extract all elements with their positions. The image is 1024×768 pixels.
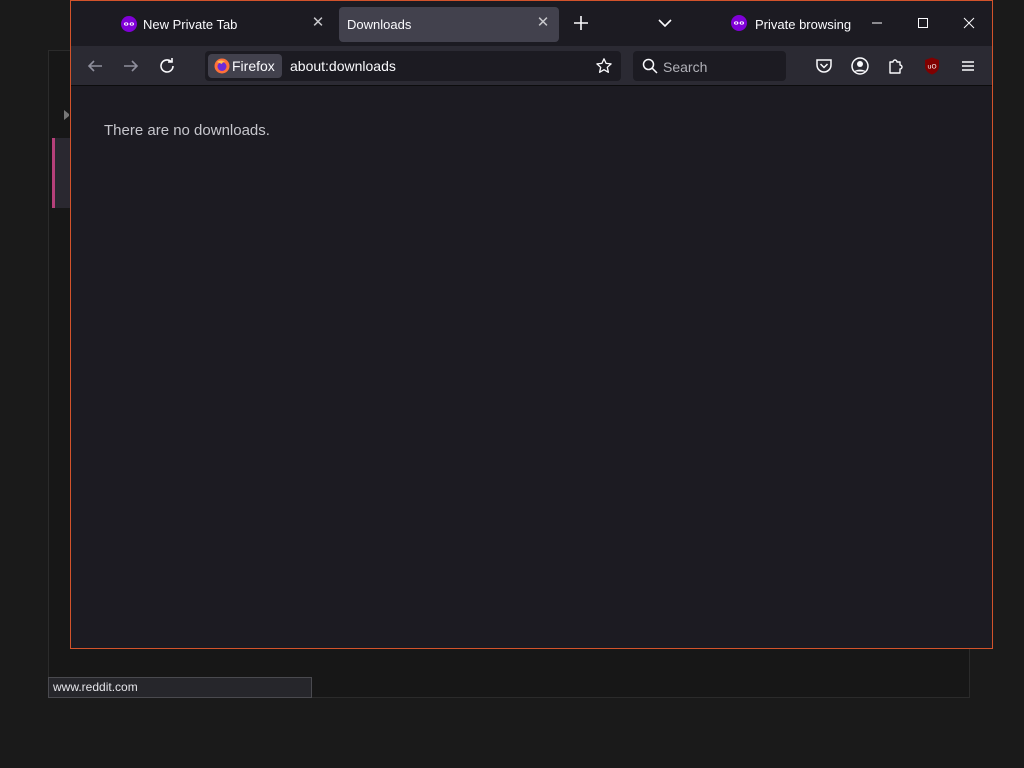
close-tab-icon[interactable]: ✕ (535, 15, 551, 31)
background-tab-sliver (52, 138, 70, 208)
tab-new-private-tab[interactable]: New Private Tab ✕ (111, 7, 333, 42)
tab-bar: New Private Tab ✕ Downloads ✕ Private br… (71, 1, 992, 46)
empty-downloads-message: There are no downloads. (104, 122, 270, 139)
private-mask-icon (731, 15, 747, 31)
account-button[interactable] (850, 56, 870, 76)
back-button[interactable] (83, 54, 107, 78)
ublock-origin-icon[interactable]: uO (922, 56, 942, 76)
firefox-logo-icon (214, 58, 230, 74)
list-all-tabs-button[interactable] (653, 13, 677, 33)
close-tab-icon[interactable]: ✕ (310, 15, 326, 31)
browser-window: New Private Tab ✕ Downloads ✕ Private br… (70, 0, 993, 649)
pocket-button[interactable] (814, 56, 834, 76)
downloads-page-content: There are no downloads. (71, 86, 992, 648)
status-url-bar: www.reddit.com (48, 677, 312, 698)
close-window-button[interactable] (955, 9, 983, 37)
url-input[interactable]: about:downloads (290, 58, 396, 74)
url-bar[interactable]: Firefox about:downloads (205, 51, 621, 81)
tab-label: Downloads (347, 17, 412, 32)
private-browsing-label: Private browsing (755, 17, 852, 32)
identity-box[interactable]: Firefox (208, 54, 282, 78)
bookmark-star-icon[interactable] (595, 57, 613, 75)
search-icon (641, 57, 659, 75)
hamburger-menu-button[interactable] (958, 56, 978, 76)
identity-label: Firefox (232, 58, 275, 74)
search-bar[interactable]: Search (633, 51, 786, 81)
svg-text:uO: uO (927, 63, 936, 71)
maximize-button[interactable] (909, 9, 937, 37)
tab-label: New Private Tab (143, 17, 238, 32)
tab-downloads[interactable]: Downloads ✕ (339, 7, 559, 42)
extensions-button[interactable] (886, 56, 906, 76)
search-placeholder: Search (663, 59, 708, 75)
reload-button[interactable] (155, 54, 179, 78)
new-tab-button[interactable] (569, 11, 593, 35)
minimize-button[interactable] (863, 9, 891, 37)
forward-button[interactable] (119, 54, 143, 78)
private-mask-icon (121, 16, 137, 32)
navigation-toolbar: Firefox about:downloads Search uO (71, 46, 992, 86)
